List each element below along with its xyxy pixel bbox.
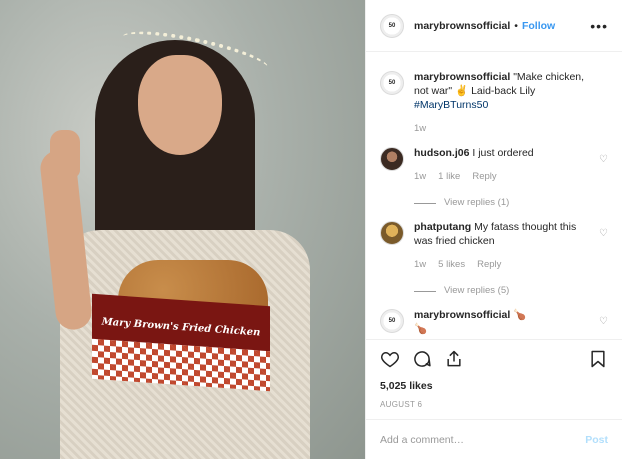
more-options-icon[interactable]: •••: [590, 18, 608, 34]
avatar-text: 50: [388, 80, 396, 86]
comment-icon[interactable]: [412, 349, 432, 372]
comment-username[interactable]: hudson.j06: [414, 147, 469, 159]
comment-body: phatputang My fatass thought this was fr…: [414, 220, 594, 298]
instagram-post: Mary Brown's Fried Chicken 50 marybrowns…: [0, 0, 622, 459]
comment-time[interactable]: 1w: [414, 258, 426, 272]
post-photo[interactable]: Mary Brown's Fried Chicken: [0, 0, 365, 459]
reply-button[interactable]: Reply: [472, 170, 496, 184]
avatar[interactable]: 50: [380, 71, 404, 95]
avatar[interactable]: 50: [380, 13, 404, 38]
reply-button[interactable]: Reply: [477, 258, 501, 272]
post-sidebar: 50 marybrownsofficial • Follow ••• 50 ma…: [365, 0, 622, 459]
avatar[interactable]: 50: [380, 309, 404, 333]
follow-button[interactable]: Follow: [522, 20, 555, 32]
likes-count[interactable]: 5,025 likes: [380, 380, 608, 392]
caption-comment: 50 marybrownsofficial "Make chicken, not…: [380, 70, 608, 136]
view-replies-label: View replies (5): [444, 285, 510, 296]
view-replies-button[interactable]: View replies (5): [414, 284, 594, 298]
comment-meta: 1w 5 likes Reply: [414, 258, 594, 272]
comment-username[interactable]: phatputang: [414, 221, 471, 233]
comment-meta: 1w: [414, 122, 594, 136]
avatar[interactable]: [380, 147, 404, 171]
avatar[interactable]: [380, 221, 404, 245]
comment-text-second-line: 🍗: [414, 323, 428, 335]
post-date: AUGUST 6: [380, 400, 423, 409]
list-item: hudson.j06 I just ordered 1w 1 like Repl…: [380, 146, 608, 210]
comment-time[interactable]: 1w: [414, 170, 426, 184]
hashtag-link[interactable]: #MaryBTurns50: [414, 98, 594, 112]
comment-meta: 1w 1 like Reply: [414, 170, 594, 184]
heart-icon[interactable]: [380, 349, 400, 372]
comment-body: marybrownsofficial "Make chicken, not wa…: [414, 70, 594, 136]
small-heart-icon[interactable]: ♡: [599, 154, 608, 165]
comment-text: 🍗: [513, 309, 527, 321]
comment-username[interactable]: marybrownsofficial: [414, 71, 510, 83]
divider: [414, 202, 436, 204]
comment-likes[interactable]: 1 like: [438, 170, 460, 184]
comment-body: marybrownsofficial 🍗 🍗: [414, 308, 594, 336]
comment-likes[interactable]: 5 likes: [438, 258, 465, 272]
bookmark-icon[interactable]: [588, 349, 608, 372]
header-username[interactable]: marybrownsofficial: [414, 20, 510, 32]
comment-input[interactable]: [380, 433, 586, 446]
small-heart-icon[interactable]: ♡: [599, 316, 608, 327]
comment-body: hudson.j06 I just ordered 1w 1 like Repl…: [414, 146, 594, 210]
view-replies-button[interactable]: View replies (1): [414, 196, 594, 210]
add-comment-bar: Post: [366, 419, 622, 459]
post-button[interactable]: Post: [585, 434, 608, 446]
avatar-text: 50: [388, 22, 396, 29]
comments-list[interactable]: 50 marybrownsofficial "Make chicken, not…: [366, 52, 622, 339]
small-heart-icon[interactable]: ♡: [599, 228, 608, 239]
divider: [414, 290, 436, 292]
avatar-text: 50: [388, 318, 396, 324]
comment-username[interactable]: marybrownsofficial: [414, 309, 510, 321]
list-item: 50 marybrownsofficial 🍗 🍗 ♡: [380, 308, 608, 336]
action-icons: [380, 348, 608, 372]
post-actions: 5,025 likes AUGUST 6: [366, 339, 622, 419]
post-header: 50 marybrownsofficial • Follow •••: [366, 0, 622, 52]
comment-time[interactable]: 1w: [414, 122, 426, 136]
header-separator: •: [514, 19, 518, 32]
comment-text: I just ordered: [472, 147, 534, 159]
list-item: phatputang My fatass thought this was fr…: [380, 220, 608, 298]
share-icon[interactable]: [444, 349, 464, 372]
view-replies-label: View replies (1): [444, 197, 510, 208]
peace-sign-hand-shape: [50, 130, 80, 178]
